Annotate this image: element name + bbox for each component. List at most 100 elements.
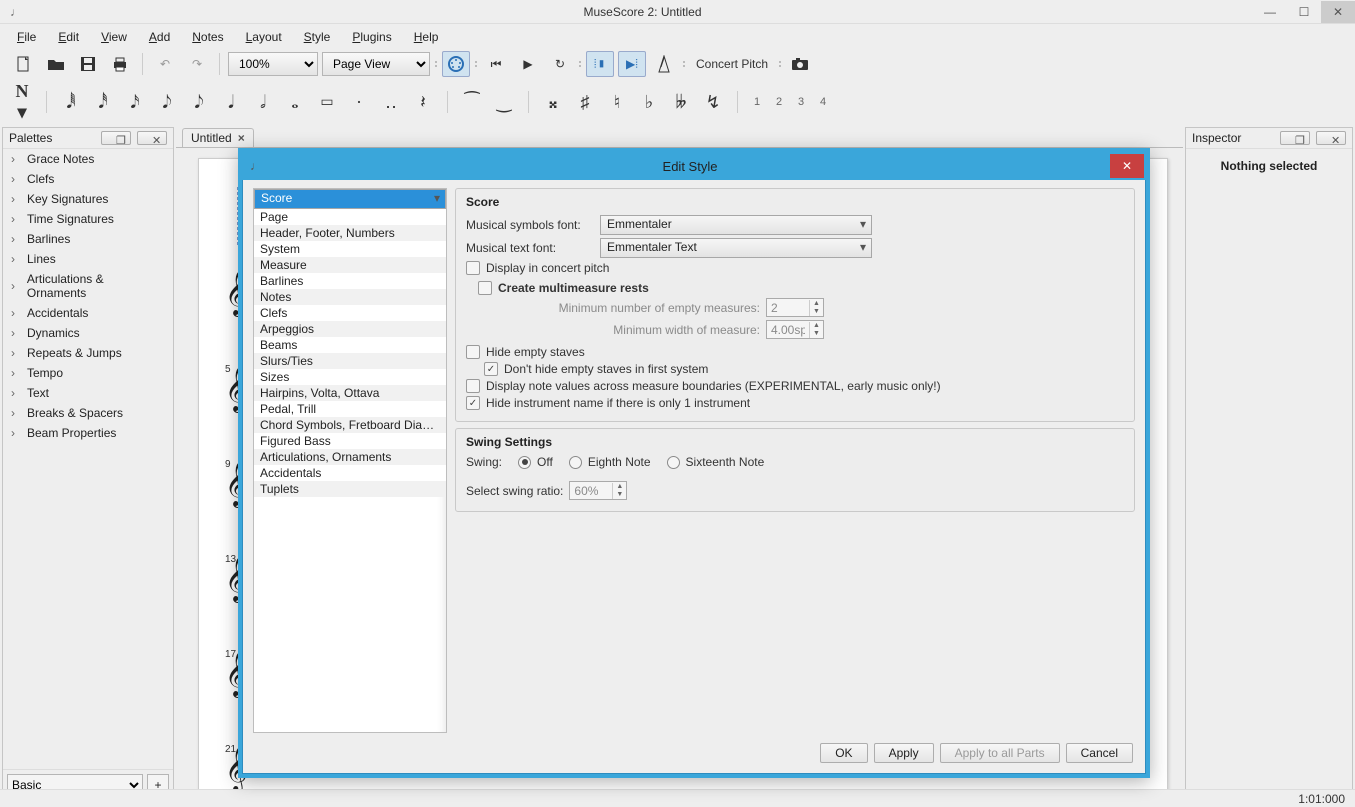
menu-style[interactable]: Style [295,27,340,47]
swing-ratio-spinner[interactable]: ▲▼ [569,481,627,500]
double-sharp-icon[interactable]: 𝄪 [541,92,565,113]
8th-note-icon[interactable]: 𝅘𝅥𝅮 [155,92,179,113]
close-tab-icon[interactable]: × [238,131,245,145]
flip-icon[interactable]: ↯ [701,92,725,113]
display-across-checkbox[interactable] [466,379,480,393]
flat-icon[interactable]: ♭ [637,92,661,113]
category-row[interactable]: Beams [254,337,446,353]
swing-eighth-radio[interactable] [569,456,582,469]
palette-item[interactable]: ›Barlines [3,229,173,249]
hide-empty-checkbox[interactable] [466,345,480,359]
menu-file[interactable]: File [8,27,45,47]
menu-help[interactable]: Help [405,27,448,47]
close-button[interactable]: ✕ [1321,1,1355,23]
min-empty-spinner[interactable]: ▲▼ [766,298,824,317]
category-row[interactable]: Chord Symbols, Fretboard Diagra… [254,417,446,433]
save-icon[interactable] [74,51,102,77]
document-tab[interactable]: Untitled × [182,128,254,147]
play-repeats-icon[interactable]: ⦙▮ [586,51,614,77]
palette-item[interactable]: ›Dynamics [3,323,173,343]
dialog-close-button[interactable]: ✕ [1110,154,1144,178]
min-width-spinner[interactable]: ▲▼ [766,320,824,339]
palette-item[interactable]: ›Grace Notes [3,149,173,169]
palette-item[interactable]: ›Beam Properties [3,423,173,443]
tie-icon[interactable]: ⁀ [460,92,484,113]
cancel-button[interactable]: Cancel [1066,743,1133,763]
dot-icon[interactable]: · [347,92,371,113]
category-row[interactable]: Accidentals [254,465,446,481]
close-panel-icon[interactable]: ✕ [137,131,167,145]
natural-icon[interactable]: ♮ [605,92,629,113]
category-row[interactable]: Clefs [254,305,446,321]
category-row[interactable]: Arpeggios [254,321,446,337]
category-row[interactable]: Page [254,209,446,225]
category-row[interactable]: Notes [254,289,446,305]
category-row[interactable]: System [254,241,446,257]
voice-2-button[interactable]: 2 [772,96,786,108]
hide-instrument-checkbox[interactable] [466,396,480,410]
category-list[interactable]: ScorePageHeader, Footer, NumbersSystemMe… [253,188,447,733]
category-row[interactable]: Hairpins, Volta, Ottava [254,385,446,401]
64th-note-icon[interactable]: 𝅘𝅥𝅱 [59,92,83,113]
category-row[interactable]: Score [254,189,446,209]
rest-icon[interactable]: 𝄽 [411,92,435,113]
note-input-icon[interactable]: N ▾ [10,81,34,123]
quarter-note-icon[interactable]: 𝅘𝅥 [219,92,243,113]
sharp-icon[interactable]: ♯ [573,92,597,113]
undock-icon[interactable]: ❐ [1280,131,1310,145]
voice-4-button[interactable]: 4 [816,96,830,108]
zoom-select[interactable]: 100% [228,52,318,76]
palette-item[interactable]: ›Clefs [3,169,173,189]
play-icon[interactable]: ▶ [514,51,542,77]
category-row[interactable]: Pedal, Trill [254,401,446,417]
category-row[interactable]: Articulations, Ornaments [254,449,446,465]
slur-icon[interactable]: ‿ [492,92,516,113]
menu-view[interactable]: View [92,27,136,47]
8th-note-icon[interactable]: 𝅘𝅥𝅮 [187,92,211,113]
menu-layout[interactable]: Layout [237,27,291,47]
palette-item[interactable]: ›Time Signatures [3,209,173,229]
view-mode-select[interactable]: Page View [322,52,430,76]
apply-button[interactable]: Apply [874,743,934,763]
swing-off-radio[interactable] [518,456,531,469]
print-icon[interactable] [106,51,134,77]
palette-item[interactable]: ›Repeats & Jumps [3,343,173,363]
concert-pitch-checkbox[interactable] [466,261,480,275]
menu-add[interactable]: Add [140,27,179,47]
concert-pitch-button[interactable]: Concert Pitch [690,51,774,77]
category-row[interactable]: Figured Bass [254,433,446,449]
open-icon[interactable] [42,51,70,77]
voice-1-button[interactable]: 1 [750,96,764,108]
palette-item[interactable]: ›Accidentals [3,303,173,323]
undock-icon[interactable]: ❐ [101,131,131,145]
category-row[interactable]: Tuplets [254,481,446,497]
breve-icon[interactable]: ▭ [315,94,339,111]
maximize-button[interactable]: ☐ [1287,1,1321,23]
image-capture-icon[interactable] [786,51,814,77]
redo-icon[interactable]: ↷ [183,51,211,77]
category-row[interactable]: Measure [254,257,446,273]
rewind-icon[interactable]: ⏮ [482,51,510,77]
16th-note-icon[interactable]: 𝅘𝅥𝅯 [123,92,147,113]
dialog-titlebar[interactable]: ♩ Edit Style ✕ [242,152,1146,180]
palette-item[interactable]: ›Lines [3,249,173,269]
new-score-icon[interactable] [10,51,38,77]
swing-sixteenth-radio[interactable] [667,456,680,469]
symbols-font-select[interactable]: Emmentaler [600,215,872,235]
multimeasure-rests-checkbox[interactable] [478,281,492,295]
palette-item[interactable]: ›Articulations & Ornaments [3,269,173,303]
loop-icon[interactable]: ↻ [546,51,574,77]
menu-notes[interactable]: Notes [183,27,232,47]
category-row[interactable]: Header, Footer, Numbers [254,225,446,241]
category-row[interactable]: Barlines [254,273,446,289]
palette-item[interactable]: ›Text [3,383,173,403]
palette-item[interactable]: ›Key Signatures [3,189,173,209]
category-row[interactable]: Slurs/Ties [254,353,446,369]
palette-item[interactable]: ›Tempo [3,363,173,383]
text-font-select[interactable]: Emmentaler Text [600,238,872,258]
undo-icon[interactable]: ↶ [151,51,179,77]
double-flat-icon[interactable]: 𝄫 [669,92,693,113]
double-dot-icon[interactable]: ‥ [379,92,403,113]
ok-button[interactable]: OK [820,743,867,763]
minimize-button[interactable]: — [1253,1,1287,23]
